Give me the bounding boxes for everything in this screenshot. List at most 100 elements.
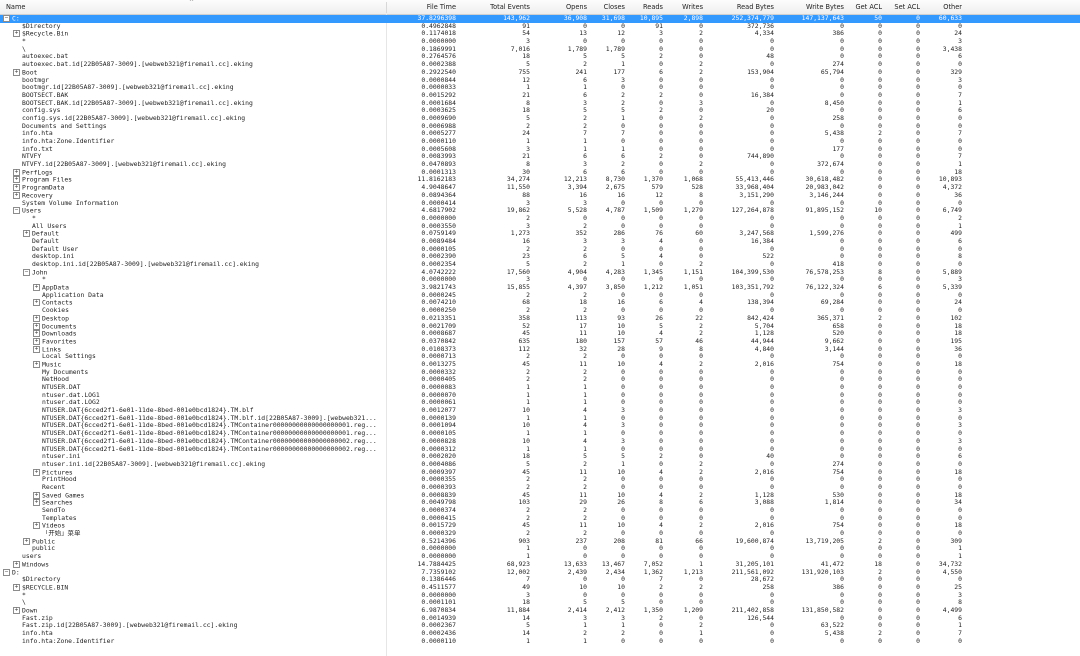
expand-toggle-icon[interactable]: +	[33, 337, 40, 345]
column-header-file-time[interactable]: File Time	[387, 0, 456, 14]
row-name-label: NTUSER.DAT{6cced2f1-6e01-11de-8bed-001e0…	[42, 414, 377, 422]
row-name-cell: ntuser.dat.LOG1	[33, 392, 386, 400]
cell-total-events: 15,855	[506, 283, 530, 292]
cell-read-bytes: 2,016	[754, 359, 774, 368]
row-name-cell: *	[13, 38, 386, 46]
column-header-write-bytes[interactable]: Write Bytes	[774, 0, 844, 14]
expand-toggle-icon[interactable]: +	[33, 491, 40, 499]
cell-write-bytes: 0	[840, 398, 844, 407]
cell-get-acl: 0	[878, 260, 882, 268]
cell-writes: 0	[699, 421, 703, 430]
cell-get-acl: 0	[878, 113, 882, 122]
cell-set-acl: 0	[916, 421, 920, 430]
expand-toggle-icon[interactable]: +	[33, 522, 40, 530]
cell-read-bytes: 103,351,792	[731, 283, 774, 292]
cell-read-bytes: 0	[770, 544, 774, 553]
cell-total-events: 88	[522, 190, 530, 199]
cell-total-events: 2	[526, 290, 530, 299]
cell-writes: 0	[699, 106, 703, 115]
cell-set-acl: 0	[916, 152, 920, 161]
row-name-cell: ntuser.dat.LOG2	[33, 399, 386, 407]
expand-toggle-icon[interactable]: +	[13, 30, 20, 38]
expand-toggle-icon[interactable]: +	[33, 314, 40, 322]
cell-closes: 5	[621, 106, 625, 115]
row-name-cell: + Videos	[33, 522, 386, 530]
column-header-other[interactable]: Other	[920, 0, 962, 14]
column-header-name[interactable]: Name	[0, 0, 386, 14]
column-header-closes[interactable]: Closes	[587, 0, 625, 14]
cell-total-events: 1	[526, 444, 530, 453]
cell-reads: 4	[659, 467, 663, 476]
cell-other: 3	[958, 75, 962, 84]
row-name-cell: *	[13, 592, 386, 600]
row-name-cell: desktop.ini.id[22B05A87-3009].[webweb321…	[23, 261, 386, 269]
expand-toggle-icon[interactable]: +	[33, 322, 40, 330]
cell-get-acl: 0	[878, 613, 882, 622]
expand-toggle-icon[interactable]: +	[33, 284, 40, 292]
expand-toggle-icon[interactable]: +	[13, 191, 20, 199]
row-name-cell: + Favorites	[33, 337, 386, 346]
expand-toggle-icon[interactable]: +	[13, 168, 20, 176]
cell-writes: 0	[699, 37, 703, 46]
row-name-cell: + Down	[13, 606, 386, 615]
expand-toggle-icon[interactable]: +	[13, 606, 20, 614]
expand-toggle-icon[interactable]: +	[13, 184, 20, 192]
column-header-reads[interactable]: Reads	[625, 0, 663, 14]
cell-total-events: 2	[526, 367, 530, 376]
column-header-writes[interactable]: Writes	[663, 0, 703, 14]
cell-read-bytes: 0	[770, 390, 774, 399]
cell-opens: 4	[583, 421, 587, 430]
collapse-toggle-icon[interactable]: −	[3, 568, 10, 576]
column-header-opens[interactable]: Opens	[530, 0, 587, 14]
row-name-label: info.hta	[22, 130, 53, 138]
collapse-toggle-icon[interactable]: −	[3, 15, 10, 22]
cell-set-acl: 0	[916, 475, 920, 484]
cell-closes: 31,698	[601, 15, 625, 22]
expand-toggle-icon[interactable]: +	[33, 330, 40, 338]
row-name-label: PerfLogs	[22, 168, 53, 177]
cell-set-acl: 0	[916, 375, 920, 384]
cell-opens: 3	[583, 613, 587, 622]
cell-opens: 4,904	[567, 267, 587, 276]
tree-row[interactable]: info.hta:Zone.Identifier 0.0000110 1 1 0 0 0 0 0…	[0, 637, 1080, 646]
cell-reads: 0	[659, 421, 663, 430]
expand-toggle-icon[interactable]: +	[33, 499, 40, 507]
expand-toggle-icon[interactable]: +	[23, 230, 30, 238]
cell-set-acl: 0	[916, 198, 920, 207]
column-header-total-events[interactable]: Total Events	[456, 0, 530, 14]
row-name-label: System Volume Information	[22, 199, 119, 207]
cell-set-acl: 0	[916, 490, 920, 499]
expand-toggle-icon[interactable]: +	[23, 537, 30, 545]
expand-toggle-icon[interactable]: +	[33, 345, 40, 353]
cell-reads: 0	[659, 244, 663, 253]
expand-toggle-icon[interactable]: +	[13, 583, 20, 591]
cell-get-acl: 0	[878, 106, 882, 115]
row-name-cell: Templates	[33, 515, 386, 523]
cell-write-bytes: 0	[840, 37, 844, 46]
row-name-label: ProgramData	[22, 184, 65, 192]
row-name-label: $Directory	[22, 22, 61, 30]
row-name-label: Default	[32, 237, 59, 245]
row-name-cell: Documents and Settings	[13, 123, 386, 131]
cell-total-events: 45	[522, 521, 530, 530]
row-name-label: desktop.ini	[32, 253, 75, 261]
expand-toggle-icon[interactable]: +	[33, 468, 40, 476]
cell-opens: 1	[583, 383, 587, 391]
row-name-label: Pictures	[42, 468, 73, 477]
expand-toggle-icon[interactable]: +	[13, 560, 20, 568]
collapse-toggle-icon[interactable]: −	[13, 207, 20, 215]
column-header-get-acl[interactable]: Get ACL	[844, 0, 882, 14]
cell-opens: 2,414	[567, 605, 587, 614]
row-name-label: Public	[32, 537, 56, 546]
cell-other: 3,438	[942, 44, 962, 53]
column-header-set-acl[interactable]: Set ACL	[882, 0, 920, 14]
collapse-toggle-icon[interactable]: −	[23, 268, 30, 276]
expand-toggle-icon[interactable]: +	[13, 68, 20, 76]
expand-toggle-icon[interactable]: +	[33, 299, 40, 307]
expand-toggle-icon[interactable]: +	[33, 360, 40, 368]
cell-writes: 0	[699, 413, 703, 422]
cell-writes: 1,213	[683, 567, 703, 576]
cell-other: 7	[958, 629, 962, 637]
expand-toggle-icon[interactable]: +	[13, 176, 20, 184]
column-header-read-bytes[interactable]: Read Bytes	[703, 0, 774, 14]
